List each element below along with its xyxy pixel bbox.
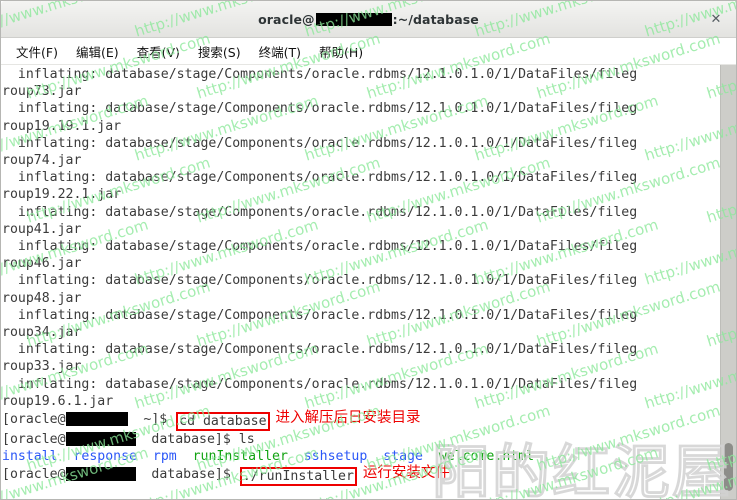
inflate-filename: roup41.jar	[2, 221, 82, 237]
inflate-text: inflating: database/stage/Components/ora…	[2, 273, 638, 289]
menu-terminal[interactable]: 终端(T)	[250, 39, 310, 64]
close-icon[interactable]: ✕	[706, 9, 726, 29]
window-title-prefix: oracle@	[258, 11, 315, 27]
inflate-text: inflating: database/stage/Components/ora…	[2, 376, 638, 392]
inflate-wrap-line: roup19.6.1.jar	[2, 393, 720, 410]
hostname-redaction	[315, 12, 392, 26]
menu-edit[interactable]: 编辑(E)	[67, 39, 128, 64]
inflate-wrap-line: roup19.22.1.jar	[2, 186, 720, 203]
inflate-line: inflating: database/stage/Components/ora…	[2, 169, 720, 186]
inflate-text: inflating: database/stage/Components/ora…	[2, 170, 638, 186]
ls-entry-runInstaller: runInstaller	[192, 449, 288, 465]
ls-entry-response: response	[73, 449, 137, 465]
inflate-text: inflating: database/stage/Components/ora…	[2, 67, 638, 82]
inflate-line: inflating: database/stage/Components/ora…	[2, 307, 720, 324]
prompt-user: [oracle@	[2, 467, 66, 483]
inflate-line: inflating: database/stage/Components/ora…	[2, 204, 720, 221]
prompt-line-1: [oracle@ ~]$ cd database 进入解压后日安装目录	[2, 410, 720, 432]
inflate-filename: roup19.19.1.jar	[2, 118, 122, 134]
inflate-wrap-line: roup41.jar	[2, 221, 720, 238]
inflate-filename: roup34.jar	[2, 325, 82, 341]
annotation-run-installer: 运行安装文件	[362, 465, 450, 482]
inflate-filename: roup33.jar	[2, 359, 82, 375]
inflate-line: inflating: database/stage/Components/ora…	[2, 66, 720, 83]
inflate-line: inflating: database/stage/Components/ora…	[2, 135, 720, 152]
prompt-path: database]$	[135, 432, 239, 448]
hostname-redaction	[65, 432, 136, 447]
ls-entry-install: install	[2, 449, 58, 465]
inflate-line: inflating: database/stage/Components/ora…	[2, 100, 720, 117]
menu-file[interactable]: 文件(F)	[7, 39, 67, 64]
ls-gap	[58, 449, 74, 464]
ls-output-line: install response rpm runInstaller sshset…	[2, 448, 720, 465]
ls-entry-stage: stage	[383, 449, 423, 465]
prompt-user: [oracle@	[2, 432, 66, 448]
screenshot-root: oracle@ :~/database ✕ 文件(F) 编辑(E) 查看(V) 搜…	[0, 0, 737, 500]
inflate-wrap-line: roup74.jar	[2, 152, 720, 169]
terminal-window: oracle@ :~/database ✕ 文件(F) 编辑(E) 查看(V) 搜…	[0, 0, 737, 500]
inflate-text: inflating: database/stage/Components/ora…	[2, 307, 638, 323]
inflate-wrap-line: roup34.jar	[2, 324, 720, 341]
prompt-user: [oracle@	[2, 412, 66, 428]
ls-gap	[137, 449, 153, 464]
hostname-redaction	[65, 467, 136, 482]
ls-entry-sshsetup: sshsetup	[303, 449, 368, 465]
annotation-cd-database: 进入解压后日安装目录	[275, 410, 421, 427]
inflate-line: inflating: database/stage/Components/ora…	[2, 341, 720, 358]
ls-gap	[367, 449, 383, 464]
ls-gap	[288, 449, 304, 464]
menu-view[interactable]: 查看(V)	[128, 39, 189, 64]
inflate-wrap-line: roup33.jar	[2, 358, 720, 375]
prompt-path: ~]$	[127, 412, 176, 428]
prompt-path: database]$	[135, 467, 239, 483]
inflate-filename: roup73.jar	[2, 84, 82, 100]
inflate-line: inflating: database/stage/Components/ora…	[2, 376, 720, 393]
prompt-line-2: [oracle@ database]$ ls	[2, 431, 720, 448]
inflate-text: inflating: database/stage/Components/ora…	[2, 342, 638, 358]
ls-entry-rpm: rpm	[152, 449, 177, 465]
inflate-wrap-line: roup19.19.1.jar	[2, 118, 720, 135]
terminal-area: inflating: database/stage/Components/ora…	[1, 65, 736, 499]
command-cd-database[interactable]: cd database	[176, 412, 270, 432]
hostname-redaction	[65, 412, 128, 427]
inflate-text: inflating: database/stage/Components/ora…	[2, 101, 638, 117]
inflate-filename: roup46.jar	[2, 256, 82, 272]
terminal-scrollbar[interactable]	[720, 65, 736, 499]
command-run-installer[interactable]: ./runInstaller	[239, 467, 357, 487]
inflate-text: inflating: database/stage/Components/ora…	[2, 239, 638, 255]
terminal-output[interactable]: inflating: database/stage/Components/ora…	[1, 65, 720, 499]
inflate-filename: roup19.6.1.jar	[2, 393, 114, 409]
inflate-wrap-line: roup73.jar	[2, 83, 720, 100]
window-title-suffix: :~/database	[392, 11, 479, 27]
scrollbar-thumb[interactable]	[724, 443, 733, 491]
menu-help[interactable]: 帮助(H)	[310, 39, 372, 64]
inflate-line: inflating: database/stage/Components/ora…	[2, 238, 720, 255]
ls-gap	[423, 449, 439, 464]
inflate-wrap-line: roup48.jar	[2, 290, 720, 307]
inflate-filename: roup48.jar	[2, 290, 82, 306]
inflate-line: inflating: database/stage/Components/ora…	[2, 272, 720, 289]
ls-entry-welcome.html: welcome.html	[438, 449, 535, 465]
menu-search[interactable]: 搜索(S)	[189, 39, 250, 64]
window-title: oracle@ :~/database	[258, 12, 479, 27]
inflate-text: inflating: database/stage/Components/ora…	[2, 135, 638, 151]
inflate-wrap-line: roup46.jar	[2, 255, 720, 272]
prompt-line-3: [oracle@ database]$ ./runInstaller 运行安装文件	[2, 465, 720, 487]
inflate-filename: roup74.jar	[2, 153, 82, 169]
inflate-text: inflating: database/stage/Components/ora…	[2, 204, 638, 220]
menubar: 文件(F) 编辑(E) 查看(V) 搜索(S) 终端(T) 帮助(H)	[1, 38, 736, 65]
ls-gap	[177, 449, 193, 464]
command-ls: ls	[238, 432, 255, 448]
inflate-filename: roup19.22.1.jar	[2, 187, 122, 203]
window-titlebar[interactable]: oracle@ :~/database ✕	[1, 1, 736, 38]
